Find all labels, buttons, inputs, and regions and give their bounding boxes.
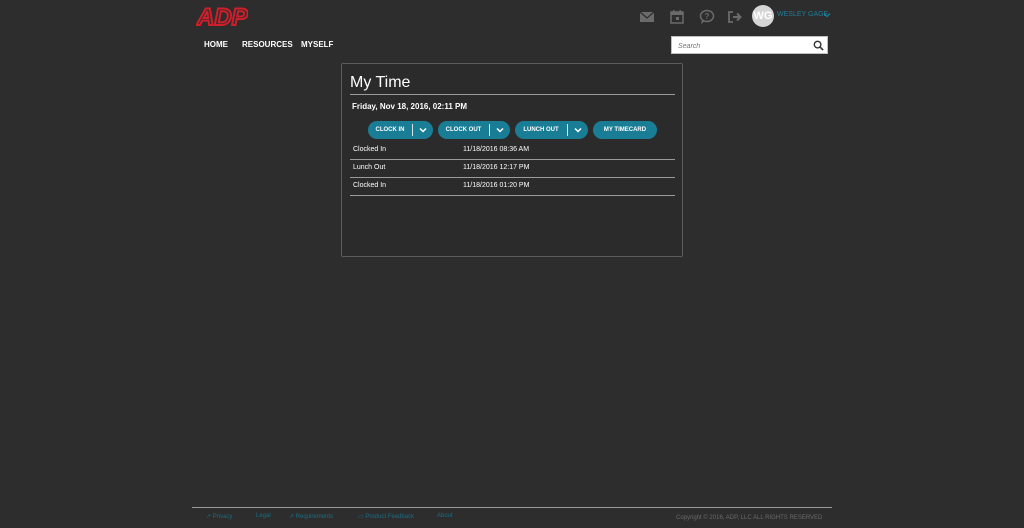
sign-out-icon[interactable] [726,8,744,26]
footer-link-requirements[interactable]: ↗ Requirements [289,513,333,520]
my-timecard-button[interactable]: MY TIMECARD [593,121,657,139]
divider [567,124,568,136]
svg-text:?: ? [705,12,710,21]
table-row: Lunch Out 11/18/2016 12:17 PM [350,160,675,178]
lunch-out-dropdown[interactable] [568,121,588,139]
clock-in-button[interactable]: CLOCK IN [368,121,433,139]
clock-out-dropdown[interactable] [490,121,510,139]
card-title: My Time [350,74,675,95]
copyright: Copyright © 2016, ADP, LLC ALL RIGHTS RE… [676,515,823,521]
entry-label: Clocked In [353,146,387,153]
nav-item-myself[interactable]: MYSELF [301,40,333,49]
lunch-out-button[interactable]: LUNCH OUT [515,121,588,139]
entry-label: Clocked In [353,182,387,189]
search-box [671,36,828,55]
external-link-icon: ↗ [206,514,212,520]
my-timecard-label: MY TIMECARD [603,127,647,133]
divider [489,124,490,136]
clock-out-button[interactable]: CLOCK OUT [438,121,510,139]
chevron-down-icon [574,127,582,133]
clock-in-dropdown[interactable] [413,121,433,139]
chevron-down-icon [419,127,427,133]
search-icon[interactable] [813,40,824,51]
chevron-down-icon[interactable] [823,11,831,19]
adp-logo[interactable]: ADP [196,3,248,29]
feedback-icon: ▭ [358,514,364,520]
footer-link-privacy[interactable]: ↗ Privacy [206,513,232,520]
clock-in-label: CLOCK IN [375,127,405,133]
help-icon[interactable]: ? [698,8,716,26]
footer-link-about[interactable]: About [437,513,453,519]
chevron-down-icon [496,127,504,133]
user-name[interactable]: WESLEY GAGE [777,11,828,18]
nav-item-resources[interactable]: RESOURCES [242,40,293,49]
entry-label: Lunch Out [353,164,386,171]
search-input[interactable] [676,37,810,55]
footer-link-product-feedback[interactable]: ▭ Product Feedback [358,513,414,520]
table-row: Clocked In 11/18/2016 01:20 PM [350,178,675,196]
entry-time: 11/18/2016 12:17 PM [463,164,530,171]
nav-item-home[interactable]: HOME [204,40,228,49]
entry-time: 11/18/2016 08:36 AM [463,146,530,153]
footer-divider [192,507,832,508]
calendar-icon[interactable] [668,8,686,26]
time-entries: Clocked In 11/18/2016 08:36 AM Lunch Out… [350,142,675,196]
divider [412,124,413,136]
avatar[interactable]: WG [752,5,774,27]
my-time-card: My Time Friday, Nov 18, 2016, 02:11 PM C… [341,63,683,257]
current-datetime: Friday, Nov 18, 2016, 02:11 PM [352,102,468,111]
adp-logo-text: ADP [196,4,248,29]
mail-icon[interactable] [638,8,656,26]
lunch-out-label: LUNCH OUT [523,127,559,133]
entry-time: 11/18/2016 01:20 PM [463,182,530,189]
table-row: Clocked In 11/18/2016 08:36 AM [350,142,675,160]
clock-out-label: CLOCK OUT [445,127,482,133]
footer-link-legal[interactable]: Legal [256,513,271,519]
external-link-icon: ↗ [289,514,295,520]
